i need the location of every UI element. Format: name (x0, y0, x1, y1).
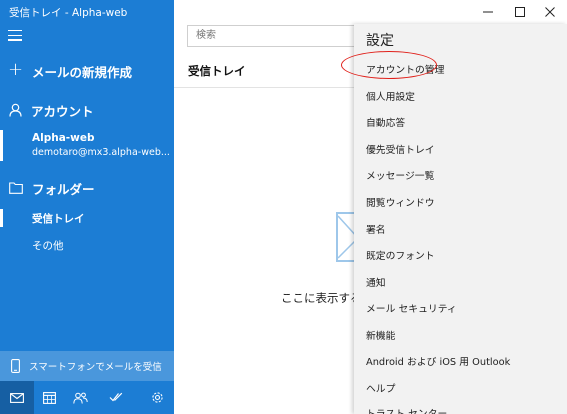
settings-item-outlook-mobile[interactable]: Android および iOS 用 Outlook (366, 354, 510, 368)
maximize-button[interactable] (503, 0, 537, 24)
todo-switch-button[interactable] (99, 381, 133, 414)
settings-item-message-list[interactable]: メッセージ一覧 (366, 168, 434, 182)
account-name: Alpha-web (32, 132, 95, 144)
navigation-pane: 受信トレイ - Alpha-web + メールの新規作成 アカウント Alpha… (0, 0, 174, 414)
search-input[interactable]: 検索 (187, 25, 360, 47)
smartphone-icon (11, 359, 20, 373)
todo-icon (109, 392, 123, 403)
minimize-button[interactable] (471, 0, 505, 24)
minimize-icon (483, 7, 493, 17)
folder-title: 受信トレイ (188, 64, 246, 78)
highlight-annotation (341, 51, 437, 79)
folders-label: フォルダー (32, 181, 95, 197)
new-mail-label: メールの新規作成 (32, 64, 133, 80)
plus-icon: + (8, 59, 24, 80)
settings-item-reading-pane[interactable]: 閲覧ウィンドウ (366, 195, 435, 209)
settings-gear-icon (151, 391, 164, 404)
hamburger-menu-icon[interactable] (8, 30, 22, 42)
settings-item-help[interactable]: ヘルプ (366, 381, 395, 395)
selection-indicator (0, 130, 3, 161)
folder-item-inbox[interactable]: 受信トレイ (0, 207, 174, 229)
new-mail-button[interactable]: + メールの新規作成 (8, 60, 132, 82)
app-switcher-bar (0, 381, 174, 414)
settings-flyout: 設定 アカウントの管理 個人用設定 自動応答 優先受信トレイ メッセージ一覧 閲… (354, 24, 567, 414)
folder-label: 受信トレイ (32, 213, 85, 225)
calendar-icon (42, 391, 56, 404)
settings-item-whats-new[interactable]: 新機能 (366, 328, 395, 342)
phone-promo-button[interactable]: スマートフォンでメールを受信 (0, 351, 174, 381)
folder-item-other[interactable]: その他 (0, 234, 174, 256)
settings-item-email-security[interactable]: メール セキュリティ (366, 301, 457, 315)
close-icon (545, 7, 555, 17)
settings-item-auto-reply[interactable]: 自動応答 (366, 115, 405, 129)
close-button[interactable] (533, 0, 567, 24)
people-icon (72, 392, 88, 404)
person-icon (9, 103, 22, 117)
accounts-label: アカウント (31, 103, 94, 119)
window-title: 受信トレイ - Alpha-web (9, 7, 128, 19)
folder-icon (9, 182, 23, 194)
settings-item-trust-center[interactable]: トラスト センター (366, 406, 447, 414)
settings-title: 設定 (366, 33, 394, 49)
selection-indicator (0, 209, 3, 227)
phone-promo-label: スマートフォンでメールを受信 (29, 362, 162, 373)
settings-item-default-font[interactable]: 既定のフォント (366, 248, 435, 262)
settings-switch-button[interactable] (140, 381, 174, 414)
settings-item-personalization[interactable]: 個人用設定 (366, 89, 415, 103)
settings-item-focused-inbox[interactable]: 優先受信トレイ (366, 142, 435, 156)
maximize-icon (515, 7, 525, 17)
calendar-switch-button[interactable] (32, 381, 66, 414)
mail-icon (10, 392, 24, 403)
folders-header[interactable]: フォルダー (9, 178, 95, 198)
settings-item-signature[interactable]: 署名 (366, 222, 386, 236)
people-switch-button[interactable] (63, 381, 97, 414)
settings-item-notifications[interactable]: 通知 (366, 275, 386, 289)
empty-inbox-message: ここに表示する (281, 291, 354, 305)
mail-switch-button[interactable] (0, 381, 34, 414)
divider (174, 87, 359, 88)
account-email: demotaro@mx3.alpha-web.... (32, 147, 170, 158)
accounts-header[interactable]: アカウント (9, 100, 94, 120)
account-item[interactable]: Alpha-web demotaro@mx3.alpha-web.... (0, 127, 174, 163)
folder-label: その他 (32, 240, 64, 252)
